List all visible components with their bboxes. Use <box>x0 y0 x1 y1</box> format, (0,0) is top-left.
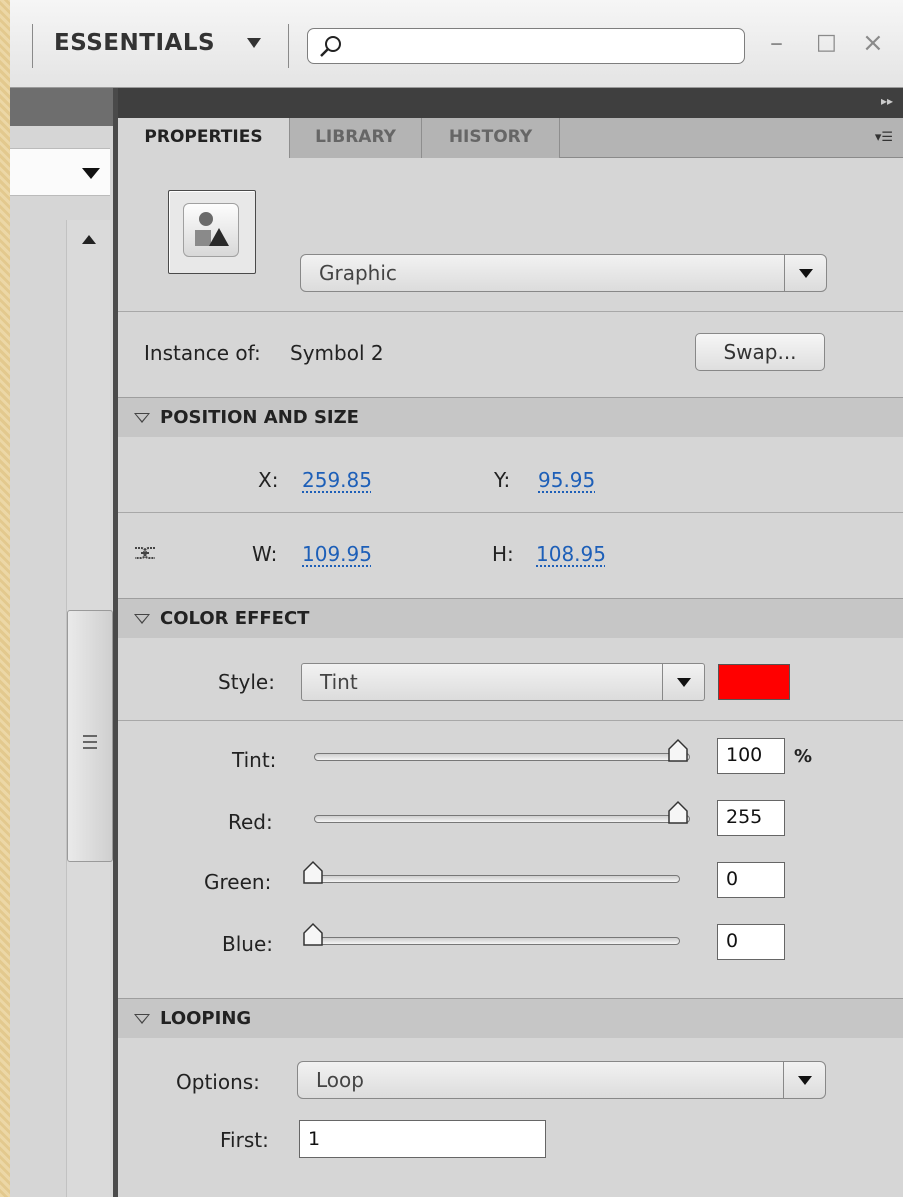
y-label: Y: <box>494 468 511 492</box>
panel-menu-icon[interactable]: ▾☰ <box>875 130 893 145</box>
position-size-section-header[interactable]: POSITION AND SIZE <box>118 397 903 437</box>
section-title: COLOR EFFECT <box>160 608 310 629</box>
chevron-down-icon[interactable] <box>247 38 261 48</box>
close-button[interactable]: × <box>862 28 884 58</box>
tint-slider-thumb[interactable] <box>667 738 689 762</box>
symbol-behavior-value: Graphic <box>319 261 397 285</box>
lock-proportions-icon[interactable] <box>132 542 158 564</box>
properties-panel: Graphic Instance of: Symbol 2 Swap... PO… <box>118 158 903 1197</box>
section-title: LOOPING <box>160 1008 252 1029</box>
color-effect-section-header[interactable]: COLOR EFFECT <box>118 598 903 638</box>
h-value[interactable]: 108.95 <box>536 542 606 566</box>
left-panel-dropdown[interactable] <box>10 148 110 196</box>
tab-properties[interactable]: PROPERTIES <box>118 118 290 159</box>
section-title: POSITION AND SIZE <box>160 407 359 428</box>
w-label: W: <box>252 542 278 566</box>
divider <box>118 512 903 513</box>
symbol-behavior-select[interactable]: Graphic <box>300 254 827 292</box>
left-panel-header <box>10 88 117 126</box>
background-strip <box>0 0 10 1197</box>
looping-options-value: Loop <box>316 1068 364 1092</box>
grip-line <box>83 735 97 737</box>
collapse-triangle-icon <box>134 413 150 423</box>
search-input[interactable] <box>307 28 745 64</box>
blue-slider[interactable] <box>304 937 680 945</box>
grip-line <box>83 747 97 749</box>
looping-options-select[interactable]: Loop <box>297 1061 826 1099</box>
blue-slider-thumb[interactable] <box>302 922 324 946</box>
options-label: Options: <box>176 1070 260 1094</box>
tint-label: Tint: <box>232 748 277 772</box>
tint-input[interactable]: 100 <box>717 738 785 774</box>
symbol-type-icon <box>168 190 256 274</box>
instance-name: Symbol 2 <box>290 341 384 365</box>
maximize-button[interactable]: □ <box>816 28 837 58</box>
panel-tabs: PROPERTIES LIBRARY HISTORY ▾☰ <box>118 118 903 159</box>
instance-of-label: Instance of: <box>144 341 261 365</box>
chevron-down-icon <box>82 168 100 179</box>
style-label: Style: <box>218 670 275 694</box>
chevron-down-icon <box>783 1062 825 1098</box>
swap-button[interactable]: Swap... <box>695 333 825 371</box>
separator <box>32 24 33 68</box>
first-frame-input[interactable]: 1 <box>299 1120 546 1158</box>
panel-header: ▸▸ <box>118 88 903 118</box>
collapse-panel-icon[interactable]: ▸▸ <box>881 94 893 108</box>
blue-input[interactable]: 0 <box>717 924 785 960</box>
application-bar: ESSENTIALS – □ × <box>10 0 903 88</box>
divider <box>118 720 903 721</box>
first-frame-label: First: <box>220 1128 269 1152</box>
red-slider-thumb[interactable] <box>667 800 689 824</box>
divider <box>118 311 903 312</box>
h-label: H: <box>492 542 514 566</box>
workspace-switcher[interactable]: ESSENTIALS <box>54 30 215 56</box>
red-input[interactable]: 255 <box>717 800 785 836</box>
green-slider-thumb[interactable] <box>302 860 324 884</box>
looping-section-header[interactable]: LOOPING <box>118 998 903 1038</box>
collapse-triangle-icon <box>134 614 150 624</box>
red-label: Red: <box>228 810 273 834</box>
scrollbar-thumb[interactable] <box>67 610 113 862</box>
blue-label: Blue: <box>222 932 273 956</box>
tab-library[interactable]: LIBRARY <box>290 118 422 158</box>
green-slider[interactable] <box>304 875 680 883</box>
tint-unit: % <box>794 746 813 767</box>
color-style-select[interactable]: Tint <box>301 663 705 701</box>
x-value[interactable]: 259.85 <box>302 468 372 492</box>
color-style-value: Tint <box>320 670 358 694</box>
w-value[interactable]: 109.95 <box>302 542 372 566</box>
collapse-triangle-icon <box>134 1014 150 1024</box>
chevron-down-icon <box>662 664 704 700</box>
x-label: X: <box>258 468 279 492</box>
green-label: Green: <box>204 870 272 894</box>
separator <box>288 24 289 68</box>
minimize-button[interactable]: – <box>770 28 783 58</box>
tint-slider[interactable] <box>314 753 690 761</box>
tab-history[interactable]: HISTORY <box>422 118 560 158</box>
search-icon <box>320 36 341 57</box>
y-value[interactable]: 95.95 <box>538 468 595 492</box>
chevron-down-icon <box>784 255 826 291</box>
scroll-up-arrow-icon[interactable] <box>82 235 96 244</box>
red-slider[interactable] <box>314 815 690 823</box>
tint-color-swatch[interactable] <box>718 664 790 700</box>
grip-line <box>83 741 97 743</box>
green-input[interactable]: 0 <box>717 862 785 898</box>
graphic-symbol-icon <box>195 212 229 246</box>
